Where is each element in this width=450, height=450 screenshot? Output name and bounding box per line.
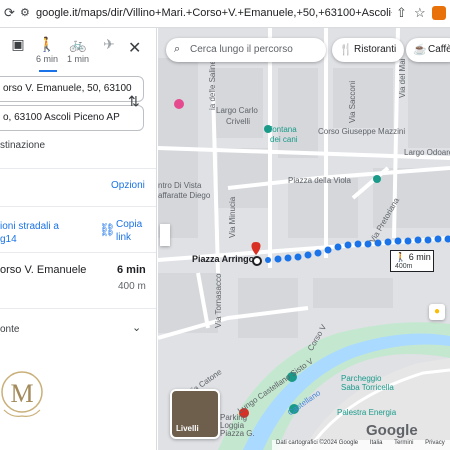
walk-distance: 400m <box>395 263 413 270</box>
street-label: Via Tornasacco <box>214 273 223 328</box>
browser-address-bar: ⟳ ⚙ google.it/maps/dir/Villino+Mari.+Cor… <box>0 0 450 28</box>
map-view[interactable]: Via Sacconi Via del Mai ia delle Saline … <box>158 28 450 450</box>
walk-time-callout[interactable]: 🚶 6 min 400m <box>390 250 434 272</box>
chip-label: Ristoranti <box>354 44 397 55</box>
pegman-icon[interactable]: ● <box>429 304 445 320</box>
layers-button[interactable]: Livelli <box>170 389 220 439</box>
poi-icon[interactable] <box>373 175 381 183</box>
destination-input[interactable]: o, 63100 Ascoli Piceno AP <box>0 105 144 131</box>
copy-link-line1: Copia <box>116 219 143 230</box>
street-label: Corso Giuseppe Mazzini <box>318 127 406 136</box>
directions-panel: ▣ 🚶 6 min 🚲 1 min ✈ ✕ orso V. Emanuele, … <box>0 28 157 450</box>
site-info-icon[interactable]: ⚙ <box>20 6 30 20</box>
add-destination[interactable]: stinazione <box>0 140 45 151</box>
fork-knife-icon: 🍴 <box>339 44 353 56</box>
copy-link-line2: link <box>116 232 132 243</box>
street-label: Via del Mai <box>398 58 407 98</box>
bookmark-star-icon[interactable]: ☆ <box>414 6 426 20</box>
mode-transit[interactable]: ▣ <box>4 36 32 54</box>
collapse-panel-button[interactable] <box>160 224 170 246</box>
poi-label: Piazza G. <box>220 429 255 438</box>
poi-label: Saba Torricella <box>341 383 394 392</box>
poi-label: Palestra Energia <box>337 408 397 417</box>
bike-icon: 🚲 <box>69 36 87 52</box>
mode-cycling[interactable]: 🚲 1 min <box>64 36 92 64</box>
footer-privacy[interactable]: Privacy <box>425 440 445 446</box>
start-marker[interactable] <box>252 256 262 266</box>
link-icon[interactable]: ⛓ <box>99 222 116 238</box>
search-icon: ⌕ <box>174 43 181 55</box>
share-icon[interactable]: ⇧ <box>396 6 407 20</box>
walk-icon: 🚶 <box>395 252 407 262</box>
coffee-icon: ☕ <box>413 44 427 56</box>
copy-link[interactable]: Copia link <box>116 218 152 244</box>
divider <box>0 168 156 169</box>
google-logo: Google <box>366 422 418 439</box>
place-label: Piazza della Viola <box>288 176 352 185</box>
mode-flight[interactable]: ✈ <box>95 36 123 54</box>
divider <box>0 308 156 309</box>
start-place-label[interactable]: Piazza Arringo <box>192 254 254 264</box>
swap-icon[interactable]: ⇅ <box>128 93 140 110</box>
street-label: Via Minucia <box>228 196 237 238</box>
walk-icon: 🚶 <box>38 36 56 52</box>
search-placeholder: Cerca lungo il percorso <box>190 44 293 55</box>
place-label: Crivelli <box>226 117 250 126</box>
send-directions-line2: g14 <box>0 234 17 245</box>
divider <box>0 206 156 207</box>
reload-icon[interactable]: ⟳ <box>4 6 15 20</box>
layers-label: Livelli <box>176 424 199 433</box>
street-label: affaratte Diego <box>158 191 211 200</box>
send-directions-link[interactable]: ioni stradali a g14 <box>0 220 96 246</box>
street-label: Via Sacconi <box>348 80 357 123</box>
mode-walking[interactable]: 🚶 6 min <box>33 36 61 72</box>
chip-restaurants[interactable]: 🍴 Ristoranti <box>332 38 405 62</box>
poi-label: fontana <box>270 125 297 134</box>
route-via[interactable]: orso V. Emanuele <box>0 264 86 276</box>
brave-icon[interactable] <box>432 6 446 20</box>
walk-time: 6 min <box>408 252 431 262</box>
street-label: ntro Di Vista <box>158 181 202 190</box>
svg-text:M: M <box>10 379 33 408</box>
options-link[interactable]: Opzioni <box>111 180 145 191</box>
send-directions-line1: ioni stradali a <box>0 221 59 232</box>
plane-icon: ✈ <box>103 36 115 52</box>
poi-label: dei cani <box>270 135 298 144</box>
close-icon[interactable]: ✕ <box>128 38 141 58</box>
place-label: Largo Odoardi <box>404 148 450 157</box>
url-field[interactable]: google.it/maps/dir/Villino+Mari.+Corso+V… <box>36 7 392 19</box>
map-footer: Dati cartografici ©2024 Google Italia Te… <box>272 440 450 450</box>
map-attribution: Dati cartografici ©2024 Google <box>276 440 359 446</box>
route-details[interactable]: onte <box>0 324 19 335</box>
poi-shop-icon[interactable] <box>174 99 184 109</box>
origin-input[interactable]: orso V. Emanuele, 50, 63100 <box>0 76 144 102</box>
walk-time-line: 🚶 6 min <box>395 252 433 262</box>
street-label: ia delle Saline <box>208 60 217 110</box>
divider <box>0 252 156 253</box>
footer-country[interactable]: Italia <box>370 440 383 446</box>
chip-cafes[interactable]: ☕ Caffè <box>406 38 450 62</box>
chevron-down-icon[interactable]: ⌄ <box>132 321 141 334</box>
chip-label: Caffè <box>428 44 450 55</box>
footer-terms[interactable]: Termini <box>394 440 413 446</box>
search-along-route[interactable]: ⌕ Cerca lungo il percorso <box>166 38 326 62</box>
bus-icon: ▣ <box>11 36 25 52</box>
hotel-logo: M <box>1 371 43 417</box>
place-label: Largo Carlo <box>216 106 258 115</box>
poi-label: Parcheggio <box>341 374 382 383</box>
route-distance: 400 m <box>118 281 146 292</box>
route-time: 6 min <box>117 264 146 276</box>
